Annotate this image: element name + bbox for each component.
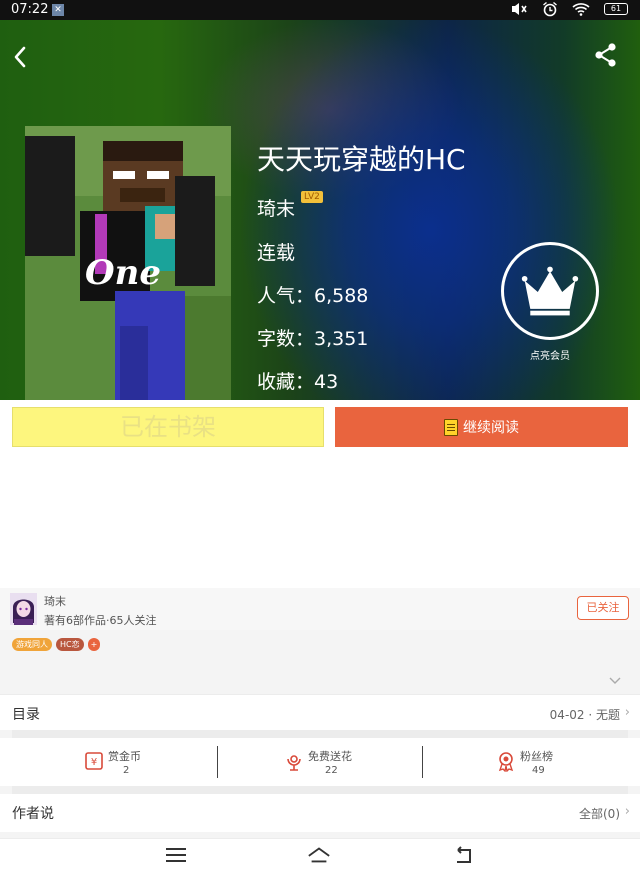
interaction-stats: ¥ 赏金币 2 免费送花 22 粉丝榜 49 — [0, 738, 640, 786]
vertical-divider — [422, 746, 423, 778]
tag-item[interactable]: 游戏同人 — [12, 638, 52, 651]
battery-icon: 61 — [604, 3, 628, 15]
toc-row[interactable]: 目录 04-02 · 无题 › — [0, 694, 640, 730]
mute-icon — [512, 3, 527, 15]
status-time: 07:22 — [11, 2, 49, 17]
home-icon[interactable] — [307, 845, 331, 865]
divider — [12, 730, 628, 738]
stat-value: 22 — [325, 765, 338, 776]
reward-coin-icon: ¥ — [85, 752, 103, 770]
medal-icon — [498, 752, 514, 772]
alarm-icon — [543, 1, 557, 17]
content-area — [0, 455, 640, 588]
toc-label: 目录 — [12, 707, 40, 723]
divider — [12, 786, 628, 794]
add-tag-button[interactable]: + — [87, 638, 101, 651]
latest-chapter: 04-02 · 无题 — [549, 708, 620, 722]
author-says-row[interactable]: 作者说 全部(0) › — [0, 794, 640, 832]
vip-crown-icon[interactable] — [501, 242, 599, 340]
author-level-badge: LV2 — [301, 191, 323, 203]
book-status: 连载 — [257, 242, 296, 264]
popularity-stat: 人气：6,588 — [257, 285, 369, 307]
wifi-icon — [572, 3, 590, 16]
vip-label[interactable]: 点亮会员 — [500, 347, 600, 362]
back-icon[interactable] — [6, 42, 36, 72]
continue-reading-button[interactable]: 继续阅读 — [335, 407, 628, 447]
cover-image: One — [25, 126, 231, 400]
chevron-right-icon: › — [624, 804, 630, 819]
stat-label: 赏金币 — [108, 750, 141, 763]
cover-text: One — [85, 253, 161, 293]
author-card[interactable]: 琦末 著有6部作品·65人关注 已关注 — [0, 588, 640, 630]
fan-ranking-cell[interactable]: 粉丝榜 49 — [424, 738, 629, 786]
continue-reading-label: 继续阅读 — [463, 420, 519, 436]
book-title: 天天玩穿越的HC — [257, 143, 466, 176]
author-says-count: 全部(0) — [579, 807, 620, 821]
on-shelf-button[interactable]: 已在书架 — [12, 407, 324, 447]
author-says-label: 作者说 — [12, 806, 54, 822]
word-count-stat: 字数：3,351 — [257, 328, 369, 350]
favorites-stat: 收藏：43 — [257, 371, 339, 393]
flower-icon — [287, 755, 301, 771]
stat-value: 49 — [532, 765, 545, 776]
stat-label: 粉丝榜 — [520, 750, 553, 763]
book-icon — [444, 418, 458, 436]
followed-button[interactable]: 已关注 — [577, 596, 629, 620]
tag-item[interactable]: HC恋 — [56, 638, 84, 651]
status-icons: 61 — [510, 1, 628, 17]
tag-list: 游戏同人 HC恋 + — [12, 638, 101, 651]
return-icon[interactable] — [452, 845, 476, 865]
send-flower-cell[interactable]: 免费送花 22 — [218, 738, 423, 786]
author-avatar[interactable] — [10, 593, 37, 625]
stat-value: 2 — [123, 765, 130, 776]
chevron-right-icon: › — [624, 705, 630, 720]
system-nav-bar — [0, 838, 640, 871]
author-meta: 著有6部作品·65人关注 — [44, 614, 157, 627]
action-buttons: 已在书架 继续阅读 — [0, 400, 640, 455]
stat-label: 免费送花 — [308, 750, 352, 763]
book-author[interactable]: 琦末 — [257, 194, 295, 221]
notification-icon: ✕ — [52, 4, 64, 16]
book-header: One 天天玩穿越的HC 琦末 LV2 连载 人气：6,588 字数：3,351… — [0, 20, 640, 400]
expand-chevron-icon[interactable] — [609, 677, 621, 685]
svg-text:¥: ¥ — [91, 757, 97, 768]
status-bar: 07:22 ✕ 61 — [0, 0, 640, 20]
author-name: 琦末 — [44, 595, 66, 608]
book-cover[interactable]: One — [25, 126, 231, 400]
reward-coin-cell[interactable]: ¥ 赏金币 2 — [12, 738, 217, 786]
menu-icon[interactable] — [164, 845, 188, 865]
share-icon[interactable] — [593, 42, 619, 68]
